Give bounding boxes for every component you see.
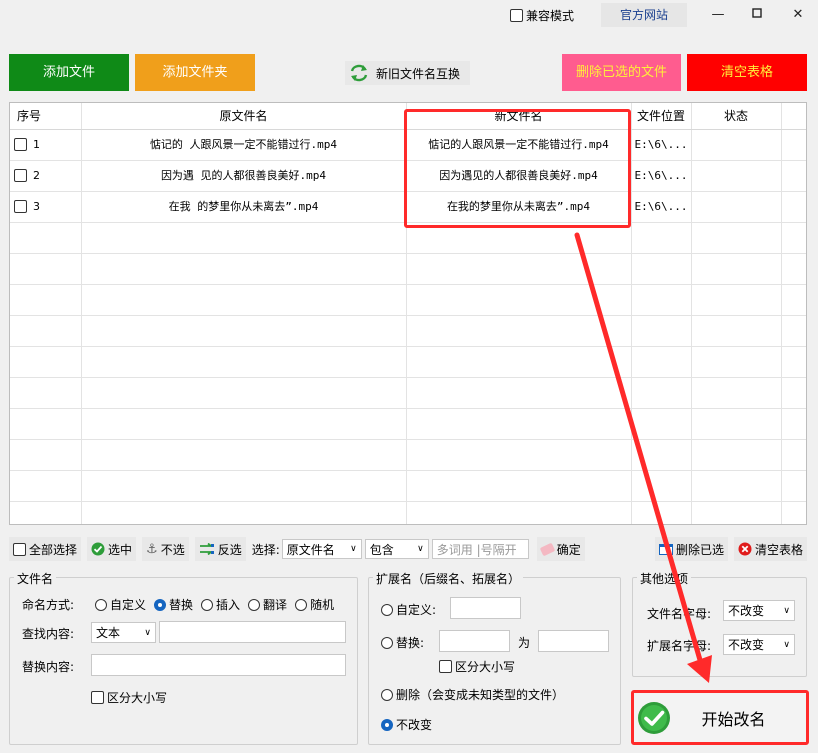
- select-all-checkbox[interactable]: [13, 542, 26, 556]
- other-options-title: 其他选项: [637, 570, 692, 587]
- ext-letter-select[interactable]: 不改变 ∨: [723, 634, 795, 655]
- location-cell: E:\6\...: [634, 200, 688, 213]
- anchor-icon: ⚓: [146, 541, 158, 557]
- status-cell: [691, 160, 781, 191]
- chevron-down-icon: ∨: [783, 605, 790, 616]
- field-select[interactable]: 原文件名 ∨: [281, 539, 362, 559]
- close-icon[interactable]: ✕: [788, 5, 808, 25]
- ext-delete-radio[interactable]: 删除（会变成未知类型的文件）: [381, 686, 564, 703]
- check-button[interactable]: 选中: [87, 537, 137, 561]
- select-all-toggle[interactable]: 全部选择: [9, 537, 82, 561]
- ext-custom-radio[interactable]: 自定义:: [381, 601, 436, 618]
- row-checkbox[interactable]: [14, 169, 27, 182]
- old-name-cell: 因为遇 见的人都很善良美好.mp4: [160, 169, 327, 182]
- row-checkbox[interactable]: [14, 200, 27, 213]
- check-circle-icon: [91, 542, 105, 556]
- clear-table-small-button[interactable]: 清空表格: [733, 537, 807, 561]
- uncheck-button[interactable]: ⚓ 不选: [142, 537, 189, 561]
- header-old-name[interactable]: 原文件名: [81, 103, 406, 129]
- filename-case-toggle[interactable]: 区分大小写: [91, 689, 167, 706]
- status-cell: [691, 191, 781, 222]
- ext-case-toggle[interactable]: 区分大小写: [439, 658, 515, 675]
- delete-selected-files-button[interactable]: 删除已选的文件: [562, 54, 681, 91]
- ext-nochange-radio[interactable]: 不改变: [381, 716, 432, 733]
- table-row[interactable]: 1: [14, 129, 40, 160]
- location-cell: E:\6\...: [634, 138, 688, 151]
- mode-insert-radio[interactable]: 插入: [201, 596, 240, 613]
- header-no[interactable]: 序号: [10, 103, 48, 129]
- title-bar: [0, 0, 818, 30]
- delete-selected-button[interactable]: 删除已选: [654, 537, 728, 561]
- maximize-icon[interactable]: [747, 5, 767, 25]
- ext-replace-input[interactable]: [538, 630, 609, 652]
- minimize-icon[interactable]: —: [708, 5, 728, 25]
- chevron-down-icon: ∨: [350, 544, 357, 554]
- compat-mode-toggle[interactable]: 兼容模式: [510, 7, 574, 24]
- confirm-button[interactable]: 确定: [536, 537, 585, 561]
- table-row[interactable]: 2: [14, 160, 40, 191]
- add-file-button[interactable]: 添加文件: [9, 54, 129, 91]
- mode-custom-radio[interactable]: 自定义: [95, 596, 146, 613]
- extension-group-title: 扩展名（后缀名、拓展名）: [373, 570, 524, 587]
- ext-case-checkbox[interactable]: [439, 660, 452, 673]
- header-status[interactable]: 状态: [691, 103, 781, 129]
- status-cell: [691, 129, 781, 160]
- clear-table-button[interactable]: 清空表格: [687, 54, 807, 91]
- ext-custom-input[interactable]: [450, 597, 521, 619]
- clear-x-icon: [738, 542, 752, 556]
- swap-arrows-icon: [350, 64, 368, 82]
- mode-replace-radio[interactable]: 替换: [154, 596, 193, 613]
- ext-replace-radio[interactable]: 替换:: [381, 634, 424, 651]
- ext-find-input[interactable]: [439, 630, 510, 652]
- check-circle-icon: [638, 701, 670, 734]
- eraser-icon: [539, 542, 556, 556]
- old-name-cell: 在我 的梦里你从未离去”.mp4: [168, 200, 319, 213]
- chevron-down-icon: ∨: [417, 544, 424, 554]
- match-mode-select[interactable]: 包含 ∨: [364, 539, 429, 559]
- chevron-down-icon: ∨: [144, 627, 151, 638]
- find-type-select[interactable]: 文本 ∨: [91, 622, 156, 643]
- compat-checkbox[interactable]: [510, 9, 523, 22]
- replace-input[interactable]: [91, 654, 346, 676]
- filename-letter-label: 文件名字母:: [647, 607, 712, 621]
- add-folder-button[interactable]: 添加文件夹: [135, 54, 255, 91]
- location-cell: E:\6\...: [634, 169, 688, 182]
- file-table[interactable]: 序号 原文件名 新文件名 文件位置 状态 1 惦记的 人跟风景一定不能错过行.m…: [9, 102, 807, 525]
- find-input[interactable]: [159, 621, 346, 643]
- ext-to-label: 为: [518, 636, 531, 650]
- delete-window-icon: [658, 543, 673, 555]
- naming-mode-options: 自定义 替换 插入 翻译 随机: [95, 596, 334, 613]
- other-options-group: [632, 577, 807, 677]
- keyword-input[interactable]: 多词用 |号隔开: [431, 539, 529, 559]
- header-location[interactable]: 文件位置: [631, 103, 691, 129]
- invert-button[interactable]: 反选: [194, 537, 246, 561]
- mode-random-radio[interactable]: 随机: [295, 596, 334, 613]
- chevron-down-icon: ∨: [783, 639, 790, 650]
- swap-names-button[interactable]: 新旧文件名互换: [345, 61, 470, 85]
- find-label: 查找内容:: [22, 627, 75, 641]
- official-site-button[interactable]: 官方网站: [601, 3, 687, 27]
- row-checkbox[interactable]: [14, 138, 27, 151]
- start-rename-button[interactable]: 开始改名: [631, 690, 809, 745]
- mode-translate-radio[interactable]: 翻译: [248, 596, 287, 613]
- filename-case-checkbox[interactable]: [91, 691, 104, 704]
- filename-letter-select[interactable]: 不改变 ∨: [723, 600, 795, 621]
- table-row[interactable]: 3: [14, 191, 40, 222]
- old-name-cell: 惦记的 人跟风景一定不能错过行.mp4: [149, 138, 338, 151]
- invert-arrows-icon: [199, 543, 214, 555]
- replace-label: 替换内容:: [22, 660, 75, 674]
- naming-mode-label: 命名方式:: [22, 598, 75, 612]
- new-name-highlight: [404, 109, 631, 228]
- filename-group-title: 文件名: [14, 570, 57, 587]
- ext-letter-label: 扩展名字母:: [647, 639, 712, 653]
- selection-toolbar: 全部选择 选中 ⚓ 不选 反选 选择: 原文件名 ∨ 包含 ∨ 多词用 |号隔开 确…: [9, 535, 807, 563]
